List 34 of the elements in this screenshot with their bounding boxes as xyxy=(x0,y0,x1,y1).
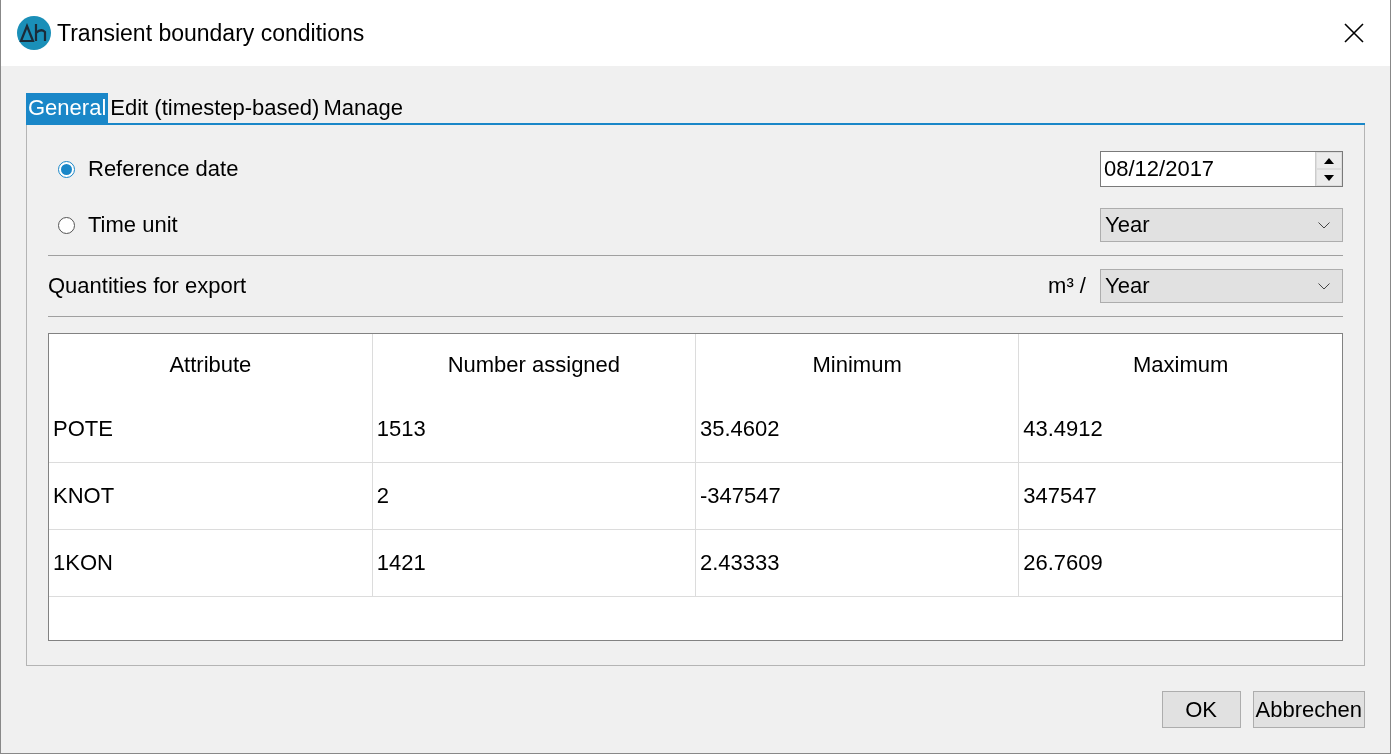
cancel-button[interactable]: Abbrechen xyxy=(1252,691,1365,728)
radio-button[interactable] xyxy=(58,160,75,178)
column-header: Maximum xyxy=(1018,334,1342,396)
table-cell: 1421 xyxy=(372,529,696,597)
table-cell: 1513 xyxy=(372,396,696,463)
table-cell: 35.4602 xyxy=(695,396,1019,463)
window-title: Transient boundary conditions xyxy=(57,19,366,47)
table-cell: -347547 xyxy=(695,462,1019,530)
section-label: Quantities for export xyxy=(48,273,247,299)
column-header: Number assigned xyxy=(372,334,696,396)
tab[interactable]: General xyxy=(26,93,109,123)
table-cell: 347547 xyxy=(1018,462,1342,530)
column-header: Minimum xyxy=(695,334,1019,396)
table-cell: KNOT xyxy=(49,462,373,530)
table-cell: 1KON xyxy=(49,529,373,597)
chevron-down-icon xyxy=(1318,282,1330,290)
date-spin-field[interactable]: 08/12/2017 xyxy=(1100,151,1343,187)
radio-label: Reference date xyxy=(88,156,239,182)
column-header: Attribute xyxy=(49,334,373,396)
table-cell: 43.4912 xyxy=(1018,396,1342,463)
dropdown[interactable]: Year xyxy=(1100,208,1343,242)
tab[interactable]: Manage xyxy=(321,93,405,123)
radio-label: Time unit xyxy=(88,212,178,238)
app-logo-icon xyxy=(17,16,51,50)
tab[interactable]: Edit (timestep-based) xyxy=(108,93,322,123)
unit-label: m³ / xyxy=(1048,273,1086,299)
table-cell: POTE xyxy=(49,396,373,463)
radio-button[interactable] xyxy=(58,216,75,234)
table-cell: 2 xyxy=(372,462,696,530)
ok-button[interactable]: OK xyxy=(1161,691,1241,728)
table-cell: 2.43333 xyxy=(695,529,1019,597)
chevron-down-icon xyxy=(1318,221,1330,229)
table-cell: 26.7609 xyxy=(1018,529,1342,597)
dropdown[interactable]: Year xyxy=(1100,269,1343,303)
